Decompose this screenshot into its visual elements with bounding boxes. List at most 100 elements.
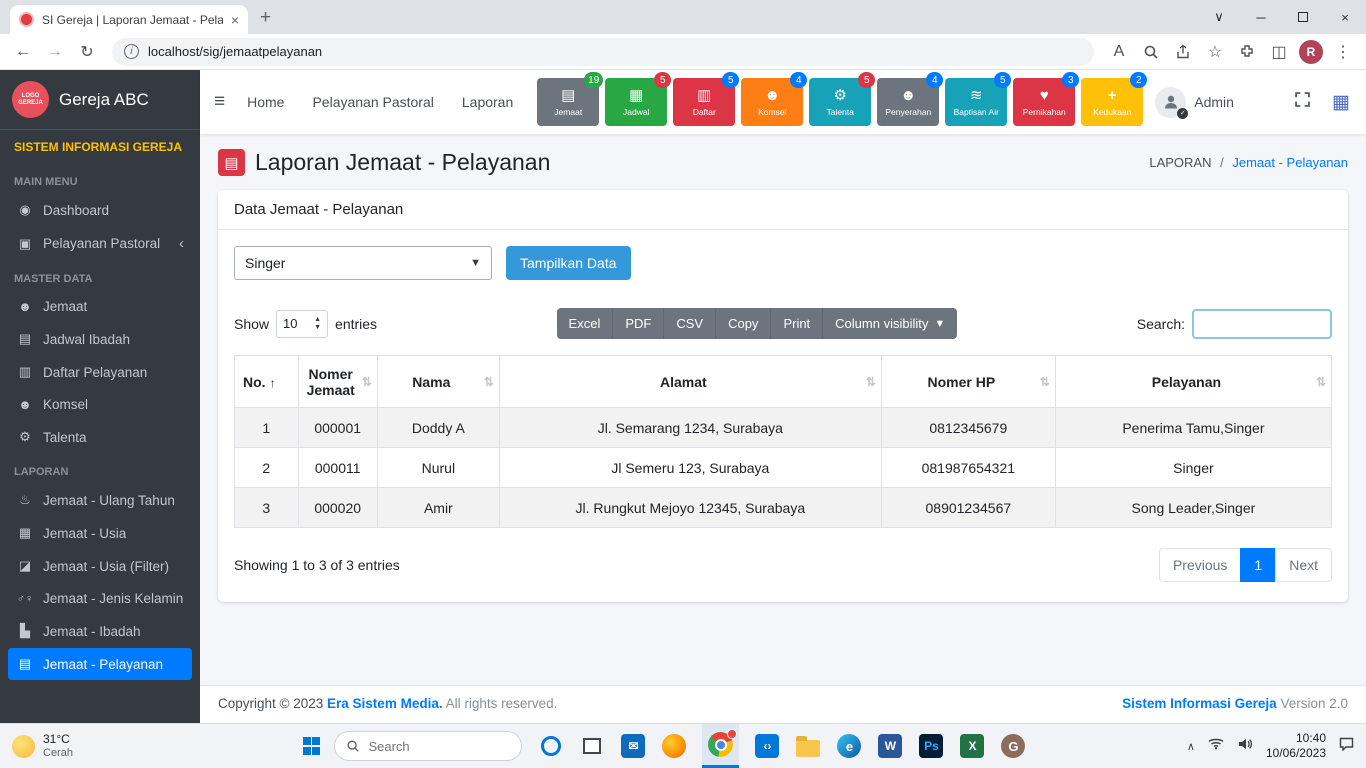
cortana-icon[interactable]	[538, 733, 564, 759]
sidebar-item-dashboard[interactable]: ◉ Dashboard	[8, 194, 192, 226]
side-panel-icon[interactable]: ◫	[1264, 37, 1294, 67]
nav-link-home[interactable]: Home	[247, 94, 284, 110]
copy-button[interactable]: Copy	[716, 308, 771, 339]
reload-icon[interactable]: ↻	[72, 37, 102, 67]
taskbar-search[interactable]	[334, 731, 522, 761]
sidebar-item-jemaat-jenis-kelamin[interactable]: ♂♀ Jemaat - Jenis Kelamin	[8, 583, 192, 614]
hamburger-icon[interactable]: ≡	[214, 91, 225, 113]
card-title: Data Jemaat - Pelayanan	[218, 190, 1348, 230]
wifi-icon[interactable]	[1208, 737, 1224, 755]
print-button[interactable]: Print	[771, 308, 823, 339]
sidebar-item-daftar-pelayanan[interactable]: ▥ Daftar Pelayanan	[8, 356, 192, 388]
csv-button[interactable]: CSV	[664, 308, 716, 339]
tile-pernikahan[interactable]: 3 ♥ Pernikahan	[1013, 78, 1075, 126]
search-input[interactable]	[1192, 309, 1332, 339]
gimp-icon[interactable]: G	[1000, 733, 1026, 759]
photoshop-icon[interactable]: Ps	[918, 733, 944, 759]
site-info-icon[interactable]: i	[124, 44, 139, 59]
sidebar-item-jemaat-usia-filter[interactable]: ◪ Jemaat - Usia (Filter)	[8, 550, 192, 582]
users-icon: ☻	[16, 299, 34, 314]
extensions-icon[interactable]	[1232, 37, 1262, 67]
sidebar-item-jemaat-pelayanan[interactable]: ▤ Jemaat - Pelayanan	[8, 648, 192, 680]
table-row[interactable]: 3 000020 Amir Jl. Rungkut Mejoyo 12345, …	[235, 488, 1332, 528]
profile-avatar[interactable]: R	[1296, 37, 1326, 67]
maximize-icon[interactable]	[1282, 0, 1324, 34]
menu-kebab-icon[interactable]: ⋮	[1328, 37, 1358, 67]
system-subtitle: SISTEM INFORMASI GEREJA	[0, 130, 200, 164]
column-header-nama[interactable]: Nama⇅	[377, 356, 499, 408]
tile-komsel[interactable]: 4 ☻ Komsel	[741, 78, 803, 126]
new-tab-button[interactable]: +	[260, 8, 271, 27]
pdf-button[interactable]: PDF	[613, 308, 664, 339]
bookmark-star-icon[interactable]: ☆	[1200, 37, 1230, 67]
start-button[interactable]	[303, 737, 321, 755]
pelayanan-select[interactable]: Singer ▼	[234, 246, 492, 280]
fullscreen-icon[interactable]	[1295, 92, 1310, 112]
tile-daftar[interactable]: 5 ▥ Daftar	[673, 78, 735, 126]
chrome-icon[interactable]	[702, 724, 739, 768]
weather-widget[interactable]: 31°C Cerah	[0, 724, 85, 768]
next-page-button[interactable]: Next	[1275, 548, 1332, 582]
vscode-icon[interactable]: ‹›	[754, 733, 780, 759]
sidebar-brand[interactable]: LOGO GEREJA Gereja ABC	[0, 70, 200, 130]
action-center-icon[interactable]	[1339, 737, 1354, 756]
column-visibility-button[interactable]: Column visibility ▼	[823, 308, 957, 339]
volume-icon[interactable]	[1237, 737, 1253, 756]
tray-chevron-icon[interactable]: ∧	[1187, 740, 1195, 753]
sidebar-item-komsel[interactable]: ☻ Komsel	[8, 389, 192, 420]
table-row[interactable]: 2 000011 Nurul Jl Semeru 123, Surabaya 0…	[235, 448, 1332, 488]
taskview-icon[interactable]	[579, 733, 605, 759]
share-icon[interactable]	[1168, 37, 1198, 67]
file-explorer-icon[interactable]	[795, 733, 821, 759]
mail-icon[interactable]: ✉	[620, 733, 646, 759]
sidebar-item-jemaat-ibadah[interactable]: ▙ Jemaat - Ibadah	[8, 615, 192, 647]
column-header-nomer-jemaat[interactable]: Nomer Jemaat⇅	[298, 356, 377, 408]
column-header-nomer-hp[interactable]: Nomer HP⇅	[881, 356, 1055, 408]
column-header-alamat[interactable]: Alamat⇅	[499, 356, 881, 408]
sidebar-item-jemaat-ulang-tahun[interactable]: ♨ Jemaat - Ulang Tahun	[8, 484, 192, 516]
tile-talenta[interactable]: 5 ⚙ Talenta	[809, 78, 871, 126]
tile-jemaat[interactable]: 19 ▤ Jemaat	[537, 78, 599, 126]
cell-no: 2	[235, 448, 299, 488]
nav-link-laporan[interactable]: Laporan	[462, 94, 513, 110]
minimize-icon[interactable]: ─	[1240, 0, 1282, 34]
column-header-no[interactable]: No.↑	[235, 356, 299, 408]
tab-search-chevron-icon[interactable]: ∨	[1198, 0, 1240, 34]
page-number-button[interactable]: 1	[1240, 548, 1276, 582]
grid-menu-icon[interactable]: ▦	[1332, 93, 1350, 112]
previous-page-button[interactable]: Previous	[1159, 548, 1241, 582]
excel-icon[interactable]: X	[959, 733, 985, 759]
taskbar-search-input[interactable]	[368, 739, 488, 754]
close-icon[interactable]: ×	[1324, 0, 1366, 34]
tile-jadwal[interactable]: 5 ▦ Jadwal	[605, 78, 667, 126]
nav-link-pelayanan-pastoral[interactable]: Pelayanan Pastoral	[312, 94, 433, 110]
admin-menu[interactable]: ✓ Admin	[1155, 87, 1234, 118]
translate-icon[interactable]: A	[1104, 37, 1134, 67]
tab-close-icon[interactable]: ×	[231, 12, 239, 28]
length-select[interactable]: 10 ▲▼	[276, 310, 328, 338]
browser-tab[interactable]: SI Gereja | Laporan Jemaat - Pela ×	[10, 5, 248, 34]
tile-kedukaan[interactable]: 2 + Kedukaan	[1081, 78, 1143, 126]
sidebar-item-pelayanan-pastoral[interactable]: ▣ Pelayanan Pastoral ‹	[8, 227, 192, 260]
breadcrumb-current[interactable]: Jemaat - Pelayanan	[1232, 155, 1348, 170]
table-row[interactable]: 1 000001 Doddy A Jl. Semarang 1234, Sura…	[235, 408, 1332, 448]
app-brand-link[interactable]: Sistem Informasi Gereja	[1122, 696, 1277, 711]
taskbar-clock[interactable]: 10:40 10/06/2023	[1266, 731, 1326, 761]
tampilkan-data-button[interactable]: Tampilkan Data	[506, 246, 631, 280]
tile-penyerahan[interactable]: 4 ☻ Penyerahan	[877, 78, 939, 126]
edge-icon[interactable]: e	[836, 733, 862, 759]
excel-button[interactable]: Excel	[557, 308, 614, 339]
sidebar-item-jemaat[interactable]: ☻ Jemaat	[8, 291, 192, 322]
back-icon[interactable]: ←	[8, 37, 38, 67]
firefox-icon[interactable]	[661, 733, 687, 759]
tile-baptisan-air[interactable]: 5 ≋ Baptisan Air	[945, 78, 1007, 126]
zoom-icon[interactable]	[1136, 37, 1166, 67]
word-icon[interactable]: W	[877, 733, 903, 759]
forward-icon[interactable]: →	[40, 37, 70, 67]
column-header-pelayanan[interactable]: Pelayanan⇅	[1055, 356, 1331, 408]
sidebar-item-jadwal-ibadah[interactable]: ▤ Jadwal Ibadah	[8, 323, 192, 355]
sidebar-item-talenta[interactable]: ⚙ Talenta	[8, 421, 192, 453]
company-link[interactable]: Era Sistem Media.	[327, 696, 443, 711]
address-bar[interactable]: i localhost/sig/jemaatpelayanan	[112, 38, 1094, 66]
sidebar-item-jemaat-usia[interactable]: ▦ Jemaat - Usia	[8, 517, 192, 549]
